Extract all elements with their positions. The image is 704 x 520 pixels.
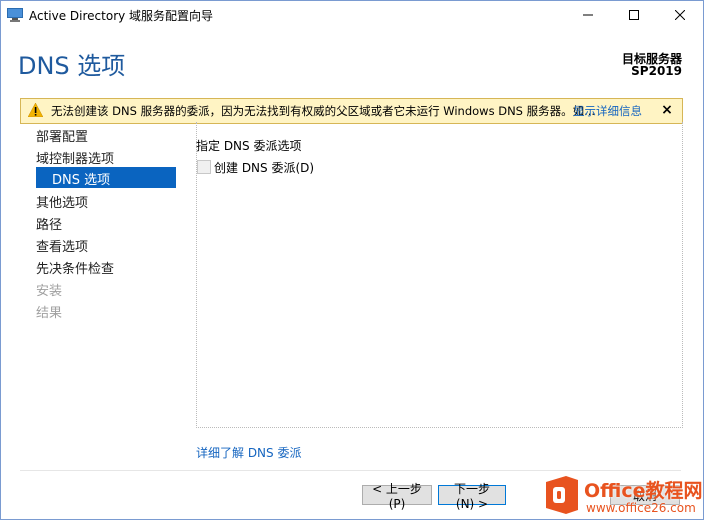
- warning-close-button[interactable]: ×: [658, 101, 676, 119]
- create-dns-delegation-label[interactable]: 创建 DNS 委派(D): [214, 159, 314, 176]
- nav-item-results: 结果: [36, 306, 63, 321]
- nav-item-deployment[interactable]: 部署配置: [36, 126, 88, 145]
- next-button[interactable]: 下一步(N) >: [438, 482, 506, 511]
- minimize-icon: [583, 14, 593, 16]
- previous-button[interactable]: < 上一步(P): [362, 482, 432, 511]
- warning-text: 无法创建该 DNS 服务器的委派，因为无法找到有权威的父区域或者它未运行 Win…: [51, 104, 596, 118]
- maximize-button[interactable]: [611, 1, 657, 29]
- close-icon: ×: [661, 102, 673, 118]
- watermark-logo: Office教程网 www.office26.com: [540, 470, 704, 520]
- nav-item-review-options[interactable]: 查看选项: [36, 236, 88, 255]
- warning-banner: 无法创建该 DNS 服务器的委派，因为无法找到有权威的父区域或者它未运行 Win…: [20, 98, 683, 124]
- learn-more-dns-delegation-link[interactable]: 详细了解 DNS 委派: [196, 444, 301, 461]
- title-bar[interactable]: Active Directory 域服务配置向导: [1, 1, 703, 29]
- close-button[interactable]: [657, 1, 703, 29]
- nav-item-paths[interactable]: 路径: [36, 214, 62, 233]
- warning-icon: [28, 103, 43, 117]
- create-dns-delegation-checkbox[interactable]: [197, 160, 211, 174]
- nav-item-prereq-check[interactable]: 先决条件检查: [36, 258, 114, 277]
- watermark-brand: Office教程网: [584, 480, 703, 502]
- nav-item-dc-options[interactable]: 域控制器选项: [36, 148, 114, 167]
- nav-item-label: DNS 选项: [52, 173, 111, 188]
- page-title: DNS 选项: [18, 52, 126, 80]
- minimize-button[interactable]: [565, 1, 611, 29]
- nav-item-additional-options[interactable]: 其他选项: [36, 192, 88, 211]
- show-details-link[interactable]: 显示详细信息: [573, 103, 642, 119]
- nav-item-dns-options[interactable]: DNS 选项: [36, 167, 176, 188]
- watermark-url: www.office26.com: [586, 501, 696, 515]
- close-icon: [675, 10, 685, 20]
- nav-item-install: 安装: [36, 284, 63, 299]
- section-label: 指定 DNS 委派选项: [196, 139, 302, 153]
- server-icon: [7, 8, 23, 22]
- window-title: Active Directory 域服务配置向导: [29, 9, 214, 23]
- maximize-icon: [629, 10, 639, 20]
- target-server-name: SP2019: [631, 64, 682, 78]
